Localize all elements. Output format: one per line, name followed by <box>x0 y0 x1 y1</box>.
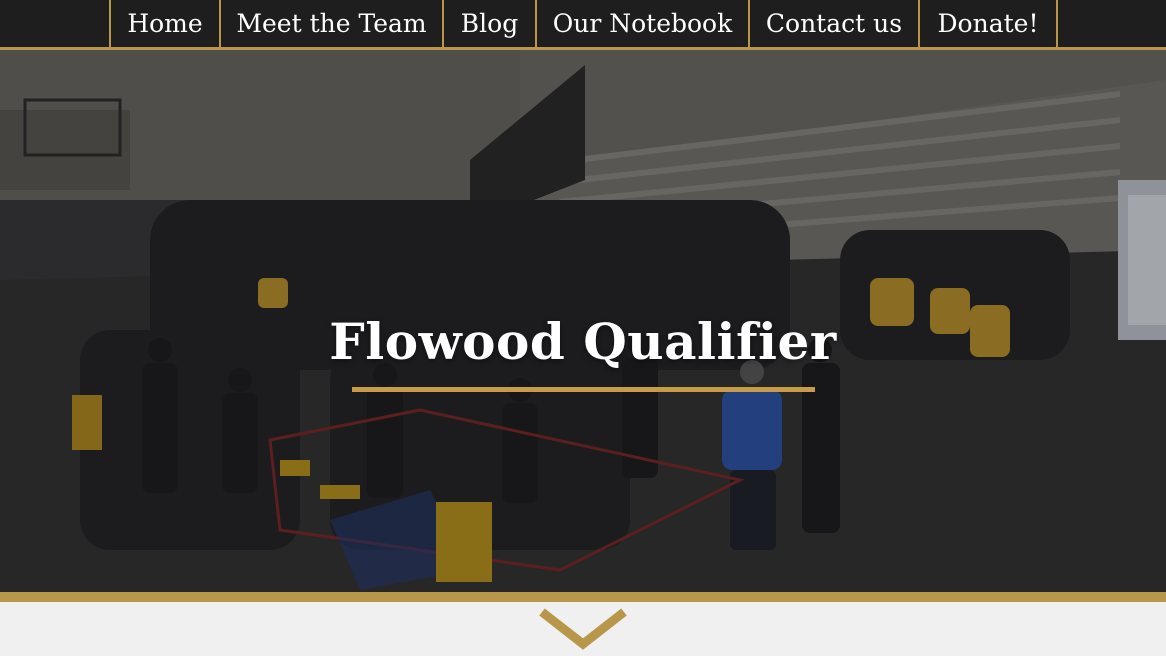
title-underline <box>352 387 815 392</box>
hero-banner: Flowood Qualifier <box>0 50 1166 592</box>
nav-item-contact-us[interactable]: Contact us <box>750 0 920 47</box>
nav-item-our-notebook[interactable]: Our Notebook <box>537 0 750 47</box>
nav-menu: Home Meet the Team Blog Our Notebook Con… <box>109 0 1058 47</box>
nav-item-meet-the-team[interactable]: Meet the Team <box>221 0 444 47</box>
top-navigation: Home Meet the Team Blog Our Notebook Con… <box>0 0 1166 50</box>
nav-item-donate[interactable]: Donate! <box>920 0 1058 47</box>
nav-item-home[interactable]: Home <box>111 0 221 47</box>
page-title: Flowood Qualifier <box>329 312 837 371</box>
gold-divider <box>0 592 1166 602</box>
nav-item-blog[interactable]: Blog <box>444 0 537 47</box>
chevron-down-icon[interactable] <box>538 608 628 652</box>
